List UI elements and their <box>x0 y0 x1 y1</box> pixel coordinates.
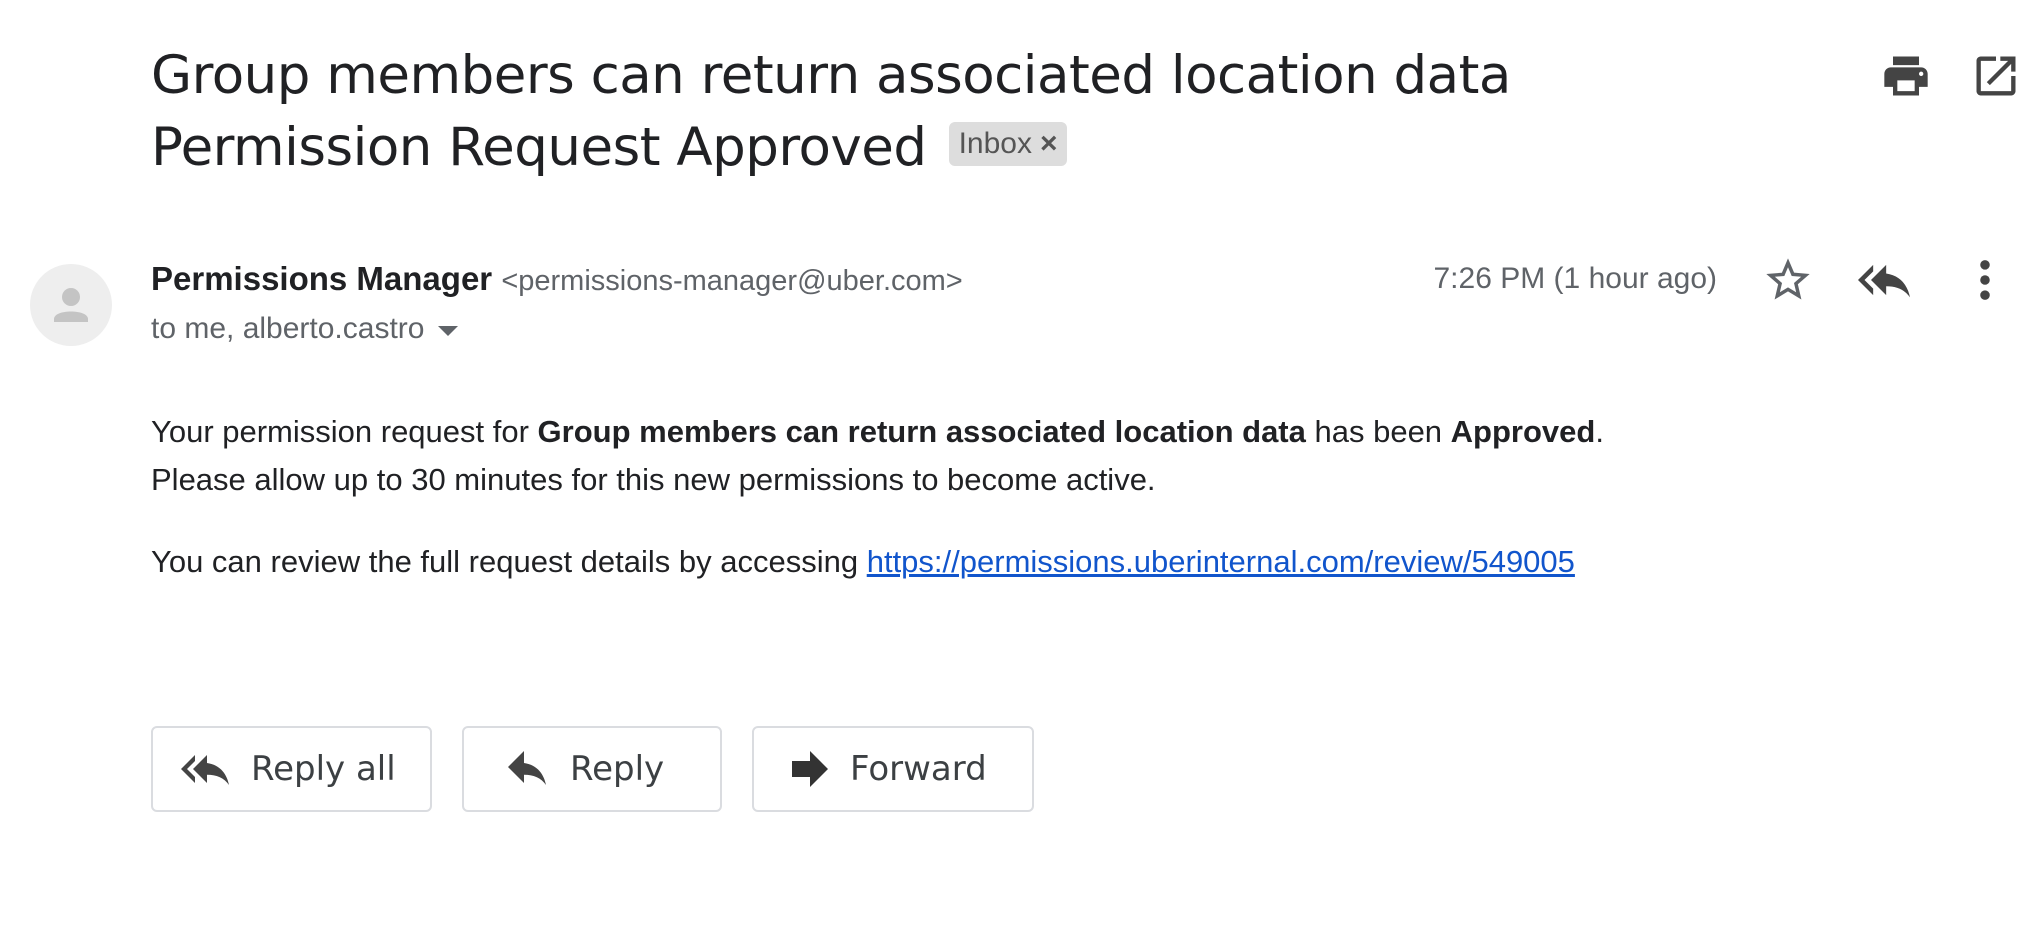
body-paragraph-1: Your permission request for Group member… <box>151 408 1911 504</box>
body-text-segment: . <box>1595 414 1604 449</box>
body-text-segment: You can review the full request details … <box>151 544 867 579</box>
more-vert-icon[interactable] <box>1970 254 2000 306</box>
reply-all-label: Reply all <box>251 749 396 789</box>
email-body: Your permission request for Group member… <box>151 408 1911 586</box>
recipients-text: to me, alberto.castro <box>151 312 425 345</box>
reply-all-button[interactable]: Reply all <box>151 726 432 812</box>
print-icon[interactable] <box>1880 50 1932 102</box>
email-timestamp: 7:26 PM (1 hour ago) <box>1433 262 1718 295</box>
sender-email: <permissions-manager@uber.com> <box>501 265 963 297</box>
forward-icon <box>790 749 830 789</box>
email-subject: Group members can return associated loca… <box>151 40 1791 184</box>
recipients-toggle[interactable]: to me, alberto.castro <box>151 308 459 350</box>
reply-button[interactable]: Reply <box>462 726 722 812</box>
forward-button[interactable]: Forward <box>752 726 1034 812</box>
subject-text: Group members can return associated loca… <box>151 45 1511 178</box>
reply-all-icon <box>179 749 231 789</box>
remove-label-button[interactable]: × <box>1040 122 1058 166</box>
body-paragraph-2: You can review the full request details … <box>151 538 1911 586</box>
review-link[interactable]: https://permissions.uberinternal.com/rev… <box>867 544 1575 579</box>
inbox-label-chip[interactable]: Inbox × <box>948 122 1068 166</box>
request-status: Approved <box>1450 414 1596 449</box>
star-icon[interactable] <box>1762 254 1814 306</box>
body-text-segment: Your permission request for <box>151 414 538 449</box>
reply-label: Reply <box>570 749 665 789</box>
body-text-segment: Please allow up to 30 minutes for this n… <box>151 462 1156 497</box>
person-icon <box>54 288 88 322</box>
chevron-down-icon <box>438 326 459 336</box>
reply-all-icon[interactable] <box>1856 254 1916 306</box>
sender-line: Permissions Manager <permissions-manager… <box>151 258 963 302</box>
open-in-new-window-icon[interactable] <box>1970 50 2022 102</box>
reply-icon <box>506 749 550 789</box>
forward-label: Forward <box>850 749 987 789</box>
request-name: Group members can return associated loca… <box>537 414 1306 449</box>
sender-name[interactable]: Permissions Manager <box>151 260 492 297</box>
sender-avatar[interactable] <box>30 264 112 346</box>
label-chip-text: Inbox <box>958 127 1032 160</box>
body-text-segment: has been <box>1305 414 1451 449</box>
